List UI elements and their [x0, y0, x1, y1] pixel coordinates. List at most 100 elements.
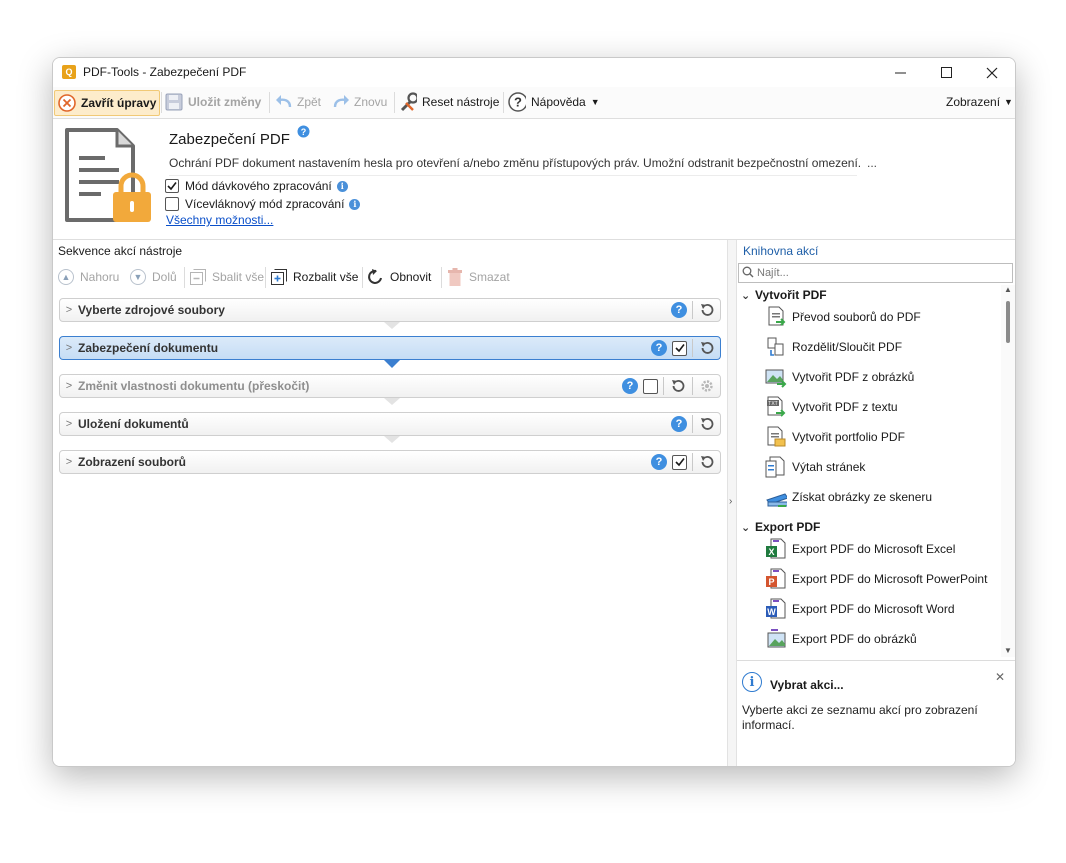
close-info-panel-button[interactable]: ✕ [995, 670, 1005, 684]
scroll-up-icon[interactable]: ▲ [1004, 285, 1012, 294]
search-icon [742, 266, 754, 281]
step-change-document-properties[interactable]: > Změnit vlastnosti dokumentu (přeskočit… [59, 374, 721, 398]
action-label: Vytvořit PDF z textu [792, 400, 898, 414]
batch-mode-label: Mód dávkového zpracování [185, 179, 332, 193]
reset-step-icon[interactable] [698, 301, 716, 319]
action-split-merge[interactable]: Rozdělit/Sloučit PDF [765, 334, 902, 360]
action-pdf-from-text[interactable]: TXT Vytvořit PDF z textu [765, 394, 898, 420]
close-window-button[interactable] [969, 58, 1015, 87]
move-down-button[interactable]: ▼ Dolů [129, 265, 177, 289]
action-export-excel[interactable]: X Export PDF do Microsoft Excel [765, 536, 955, 562]
redo-arrow-icon [331, 93, 349, 111]
collapse-all-button[interactable]: Sbalit vše [189, 265, 264, 289]
reset-step-icon[interactable] [669, 377, 687, 395]
minimize-icon [894, 72, 906, 74]
scrollbar-thumb[interactable] [1006, 301, 1010, 343]
help-label: Nápověda [531, 95, 586, 109]
multithread-mode-checkbox[interactable]: Vícevláknový mód zpracování i [165, 196, 361, 212]
trash-icon [446, 268, 464, 286]
refresh-icon [367, 268, 385, 286]
divider [692, 339, 693, 357]
toolbar-divider [394, 92, 395, 113]
action-pdf-from-images[interactable]: Vytvořit PDF z obrázků [765, 364, 914, 390]
group-create-pdf[interactable]: ⌄ Vytvořit PDF [741, 285, 827, 305]
action-label: Získat obrázky ze skeneru [792, 490, 933, 504]
arrow-up-circle-icon: ▲ [57, 268, 75, 286]
batch-mode-checkbox[interactable]: Mód dávkového zpracování i [165, 178, 348, 194]
extract-pages-icon [765, 455, 787, 479]
group-export-pdf[interactable]: ⌄ Export PDF [741, 517, 820, 537]
step-enabled-checkbox[interactable] [672, 454, 687, 470]
description-more-button[interactable]: ... [867, 156, 877, 170]
help-icon[interactable]: ? [671, 416, 687, 432]
action-export-word[interactable]: W Export PDF do Microsoft Word [765, 596, 955, 622]
expand-all-button[interactable]: Rozbalit vše [270, 265, 358, 289]
action-scanner-images[interactable]: Získat obrázky ze skeneru [765, 484, 932, 510]
group-label: Vytvořit PDF [755, 288, 827, 302]
chevron-right-icon[interactable]: › [729, 496, 732, 507]
sequence-title: Sekvence akcí nástroje [58, 244, 183, 258]
help-menu-button[interactable]: ? Nápověda ▼ [508, 90, 600, 114]
step-show-files[interactable]: > Zobrazení souborů ? [59, 450, 721, 474]
pane-splitter[interactable]: › [727, 240, 737, 766]
library-scrollbar[interactable]: ▲ ▼ [1001, 285, 1015, 657]
toolbar-divider [265, 267, 266, 288]
help-icon[interactable]: ? [651, 454, 667, 470]
minimize-button[interactable] [877, 58, 923, 87]
step-label: Uložení dokumentů [78, 417, 189, 431]
group-label: Export PDF [755, 520, 821, 534]
info-icon[interactable]: i [336, 180, 348, 192]
view-label: Zobrazení [946, 95, 1001, 109]
reset-tool-button[interactable]: Reset nástroje [399, 90, 499, 114]
help-icon[interactable]: ? [671, 302, 687, 318]
divider [692, 377, 693, 395]
undo-arrow-icon [274, 93, 292, 111]
chevron-right-icon: > [65, 342, 73, 354]
library-search-input[interactable]: Najít... [738, 263, 1013, 283]
svg-text:?: ? [514, 95, 522, 110]
refresh-button[interactable]: Obnovit [367, 265, 431, 289]
scroll-down-icon[interactable]: ▼ [1004, 646, 1012, 655]
action-export-powerpoint[interactable]: P Export PDF do Microsoft PowerPoint [765, 566, 987, 592]
toolbar-divider [362, 267, 363, 288]
step-document-security[interactable]: > Zabezpečení dokumentu ? [59, 336, 721, 360]
close-icon [986, 67, 998, 78]
step-select-source-files[interactable]: > Vyberte zdrojové soubory ? [59, 298, 721, 322]
step-enabled-checkbox[interactable] [672, 340, 687, 356]
delete-button[interactable]: Smazat [446, 265, 510, 289]
close-circle-icon [58, 94, 76, 112]
close-edits-button[interactable]: Zavřít úpravy [54, 90, 161, 116]
move-up-button[interactable]: ▲ Nahoru [57, 265, 119, 289]
chevron-down-icon: ▼ [590, 97, 600, 107]
powerpoint-icon: P [765, 567, 787, 591]
step-connector [384, 436, 400, 443]
action-export-images[interactable]: Export PDF do obrázků [765, 626, 917, 652]
gear-icon[interactable] [698, 377, 716, 395]
maximize-button[interactable] [923, 58, 969, 87]
reset-step-icon[interactable] [698, 339, 716, 357]
chevron-down-icon: ▼ [1004, 97, 1013, 107]
tool-help-icon[interactable]: ? [297, 125, 310, 141]
all-options-link[interactable]: Všechny možnosti... [166, 213, 273, 227]
view-menu-button[interactable]: Zobrazení ▼ [946, 90, 1013, 114]
collapse-icon [189, 268, 207, 286]
checkmark-icon [674, 344, 685, 353]
redo-button[interactable]: Znovu [331, 90, 387, 114]
toolbar-divider [161, 92, 162, 113]
action-info-panel: i Vybrat akci... ✕ Vyberte akci ze sezna… [737, 660, 1015, 766]
action-extract-pages[interactable]: Výtah stránek [765, 454, 865, 480]
checkmark-icon [674, 458, 685, 467]
undo-button[interactable]: Zpět [274, 90, 321, 114]
info-icon[interactable]: i [349, 198, 361, 210]
toolbar-divider [441, 267, 442, 288]
action-pdf-portfolio[interactable]: Vytvořit portfolio PDF [765, 424, 905, 450]
step-enabled-checkbox[interactable] [643, 378, 658, 394]
help-icon[interactable]: ? [622, 378, 638, 394]
step-save-documents[interactable]: > Uložení dokumentů ? [59, 412, 721, 436]
reset-step-icon[interactable] [698, 415, 716, 433]
reset-step-icon[interactable] [698, 453, 716, 471]
save-changes-button[interactable]: Uložit změny [165, 90, 261, 114]
help-icon[interactable]: ? [651, 340, 667, 356]
pdf-portfolio-icon [765, 425, 787, 449]
action-convert-files[interactable]: Převod souborů do PDF [765, 304, 921, 330]
